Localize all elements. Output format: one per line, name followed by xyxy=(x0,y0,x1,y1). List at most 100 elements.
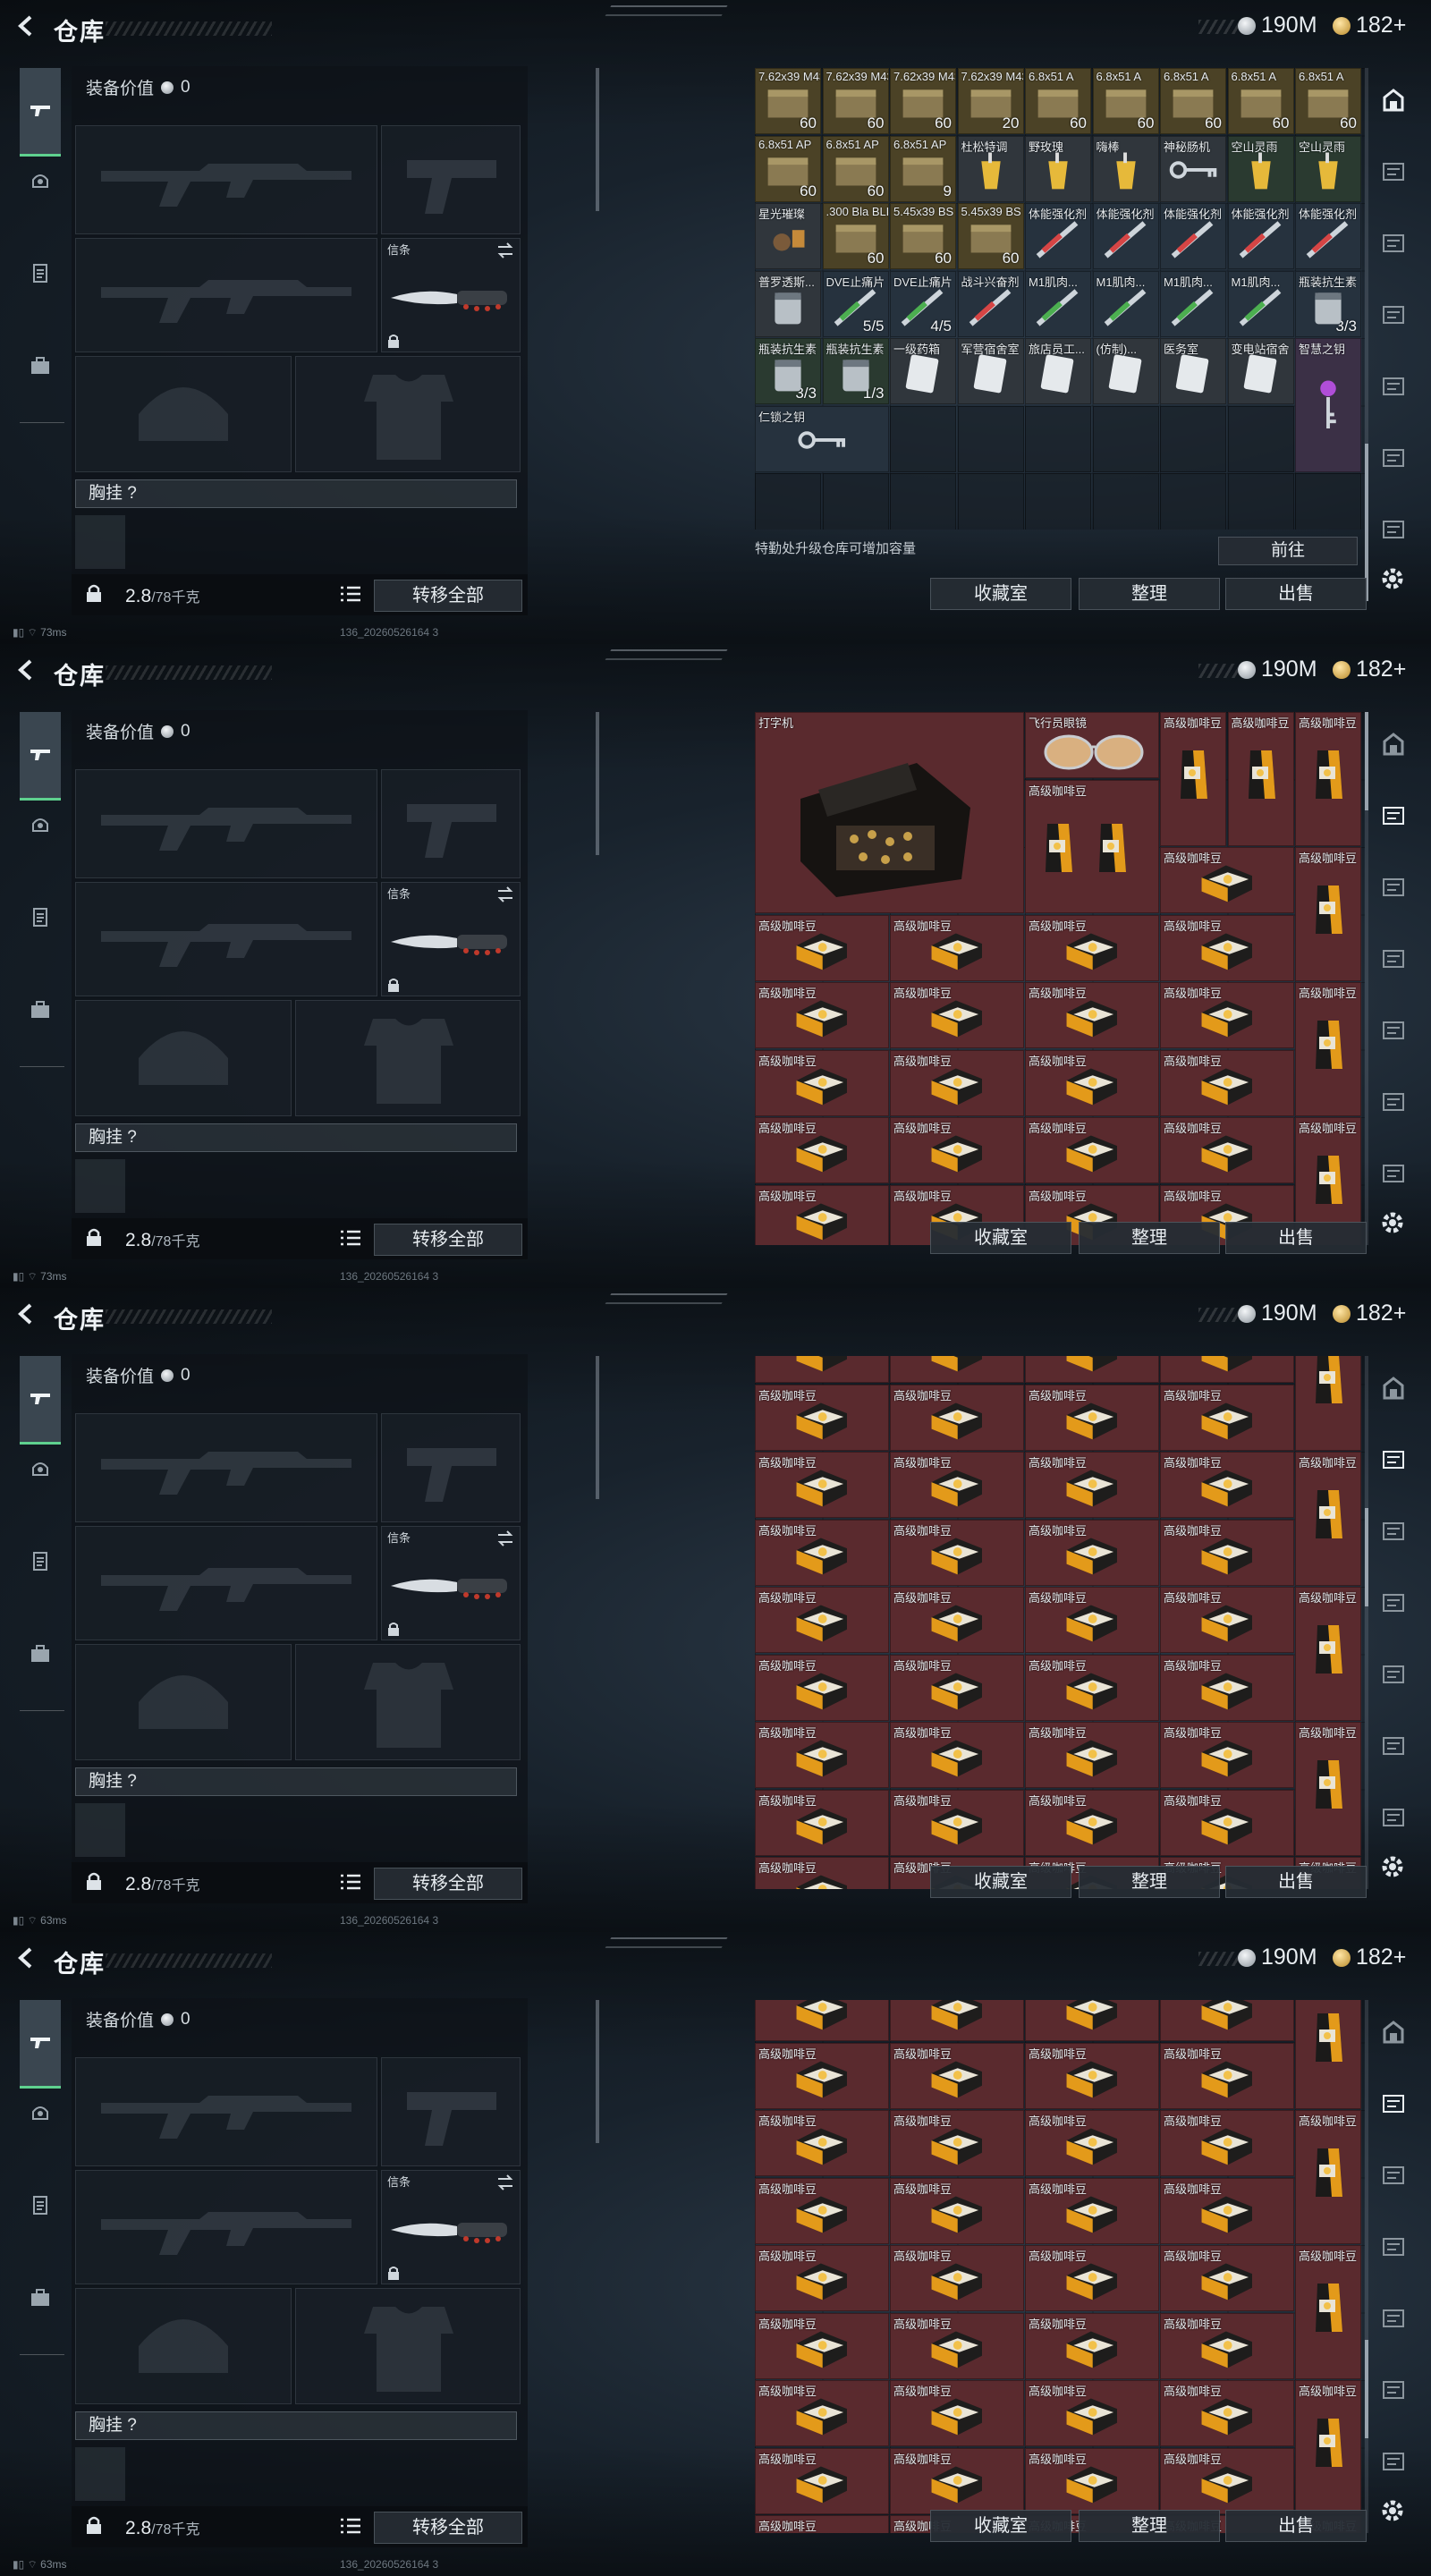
tab-storage-page-3[interactable] xyxy=(1376,2157,1411,2193)
empty-slot[interactable] xyxy=(1160,473,1226,530)
armor-slot[interactable] xyxy=(295,356,521,472)
silver-currency[interactable]: 190M xyxy=(1238,13,1317,38)
empty-slot[interactable] xyxy=(1227,405,1294,472)
inventory-item[interactable]: 高级咖啡豆 xyxy=(890,1789,1024,1856)
tab-armor[interactable] xyxy=(20,1449,61,1490)
inventory-item[interactable]: 6.8x51 A 60 xyxy=(1160,68,1226,134)
inventory-item[interactable]: 高级咖啡豆 xyxy=(1025,1789,1159,1856)
tab-home-storage[interactable] xyxy=(1376,1370,1411,1406)
tab-storage-page-5[interactable] xyxy=(1376,1657,1411,1692)
inventory-item[interactable]: 高级咖啡豆 xyxy=(1160,1049,1294,1116)
tab-storage-page-4[interactable] xyxy=(1376,1585,1411,1621)
inventory-item[interactable]: 高级咖啡豆 xyxy=(1025,2000,1159,2041)
inventory-item[interactable]: 高级咖啡豆 xyxy=(1025,2245,1159,2311)
storage-grid[interactable]: 7.62x39 M43 60 7.62x39 M43 60 7.62x39 M43 60 7… xyxy=(755,68,1365,530)
inventory-item[interactable]: 高级咖啡豆 xyxy=(1295,982,1361,1116)
sell-button[interactable]: 出售 xyxy=(1225,1222,1367,1254)
chest-rig-bar[interactable]: 胸挂 ? xyxy=(75,1767,517,1796)
tab-storage-page-5[interactable] xyxy=(1376,2301,1411,2336)
inventory-item[interactable]: 高级咖啡豆 xyxy=(890,1117,1024,1183)
inventory-item[interactable]: 6.8x51 AP 60 xyxy=(822,135,889,202)
inventory-item[interactable]: 高级咖啡豆 xyxy=(1295,1587,1361,1721)
helmet-slot[interactable] xyxy=(75,356,292,472)
gold-currency[interactable]: 182+ xyxy=(1333,13,1406,38)
inventory-item[interactable]: 7.62x39 M43 60 xyxy=(822,68,889,134)
back-arrow-icon[interactable] xyxy=(13,657,39,683)
inventory-item[interactable]: 高级咖啡豆 xyxy=(1025,1519,1159,1586)
empty-slot[interactable] xyxy=(957,473,1024,530)
sort-button[interactable]: 整理 xyxy=(1079,578,1220,610)
inventory-item[interactable]: 高级咖啡豆 xyxy=(755,1857,889,1889)
inventory-item[interactable]: 高级咖啡豆 xyxy=(755,1519,889,1586)
chest-rig-bar[interactable]: 胸挂 ? xyxy=(75,1123,517,1152)
inventory-item[interactable]: 高级咖啡豆 xyxy=(1025,1356,1159,1383)
inventory-item[interactable]: 高级咖啡豆 xyxy=(755,1184,889,1245)
empty-slot[interactable] xyxy=(1160,405,1226,472)
inventory-item[interactable]: 高级咖啡豆 xyxy=(1160,1519,1294,1586)
inventory-item[interactable]: 高级咖啡豆 xyxy=(1160,1654,1294,1721)
inventory-item[interactable]: 高级咖啡豆 xyxy=(1160,2110,1294,2176)
inventory-item[interactable]: 高级咖啡豆 xyxy=(1025,1117,1159,1183)
tab-medical[interactable] xyxy=(20,252,61,293)
inventory-item[interactable]: 仁锁之钥 xyxy=(755,405,889,472)
inventory-item[interactable]: 旅店员工... xyxy=(1025,338,1091,404)
collection-button[interactable]: 收藏室 xyxy=(930,1866,1071,1898)
inventory-item[interactable]: 5.45x39 BS 60 xyxy=(890,203,956,269)
inventory-item[interactable]: 高级咖啡豆 xyxy=(1160,914,1294,981)
tab-weapons[interactable] xyxy=(20,2000,61,2089)
inventory-item[interactable]: DVE止痛片 4/5 xyxy=(890,270,956,337)
pistol-slot[interactable] xyxy=(381,2057,521,2166)
melee-slot[interactable]: 信条 xyxy=(381,882,521,996)
gear-icon[interactable] xyxy=(1377,1852,1408,1882)
sort-button[interactable]: 整理 xyxy=(1079,1222,1220,1254)
swap-icon[interactable] xyxy=(496,242,514,258)
tab-storage-page-2[interactable] xyxy=(1376,154,1411,190)
inventory-item[interactable]: 高级咖啡豆 xyxy=(1025,1722,1159,1788)
empty-slot[interactable] xyxy=(822,473,889,530)
inventory-item[interactable]: 高级咖啡豆 xyxy=(755,2380,889,2446)
inventory-item[interactable]: 高级咖啡豆 xyxy=(755,982,889,1048)
inventory-item[interactable]: 高级咖啡豆 xyxy=(1160,1384,1294,1451)
inventory-item[interactable]: 高级咖啡豆 xyxy=(1160,712,1226,846)
sell-button[interactable]: 出售 xyxy=(1225,2510,1367,2542)
helmet-slot[interactable] xyxy=(75,1000,292,1116)
secondary-weapon-slot[interactable] xyxy=(75,882,377,996)
inventory-item[interactable]: (仿制)... xyxy=(1092,338,1159,404)
chest-rig-slot[interactable] xyxy=(75,1159,125,1213)
primary-weapon-slot[interactable] xyxy=(75,2057,377,2166)
inventory-item[interactable]: 瓶装抗生素 3/3 xyxy=(1295,270,1361,337)
inventory-item[interactable]: 体能强化剂 xyxy=(1227,203,1294,269)
back-arrow-icon[interactable] xyxy=(13,1301,39,1327)
inventory-item[interactable]: 高级咖啡豆 xyxy=(755,2000,889,2041)
inventory-item[interactable]: 高级咖啡豆 xyxy=(1025,2042,1159,2109)
secondary-weapon-slot[interactable] xyxy=(75,2170,377,2284)
tab-storage-page-6[interactable] xyxy=(1376,440,1411,476)
gear-icon[interactable] xyxy=(1377,2496,1408,2526)
inventory-item[interactable]: 6.8x51 A 60 xyxy=(1025,68,1091,134)
inventory-item[interactable]: 高级咖啡豆 xyxy=(1160,1789,1294,1856)
inventory-item[interactable]: 高级咖啡豆 xyxy=(1025,779,1159,913)
inventory-item[interactable]: 一级药箱 xyxy=(890,338,956,404)
inventory-item[interactable]: 高级咖啡豆 xyxy=(890,914,1024,981)
list-icon[interactable] xyxy=(340,1873,361,1891)
empty-slot[interactable] xyxy=(1025,473,1091,530)
primary-weapon-slot[interactable] xyxy=(75,1413,377,1522)
inventory-item[interactable]: 高级咖啡豆 xyxy=(1160,982,1294,1048)
inventory-item[interactable]: 高级咖啡豆 xyxy=(1160,2245,1294,2311)
inventory-item[interactable]: 高级咖啡豆 xyxy=(1025,914,1159,981)
padlock-icon[interactable] xyxy=(84,1871,104,1891)
inventory-item[interactable]: 高级咖啡豆 xyxy=(1160,2042,1294,2109)
inventory-item[interactable]: .300 Bla BLK SBB60 xyxy=(822,203,889,269)
storage-grid[interactable]: 高级咖啡豆 高级咖啡豆 高级咖啡豆 高级咖啡豆 高级咖啡豆 高级咖啡豆 高级咖啡豆 高级咖啡豆… xyxy=(755,2000,1365,2533)
inventory-item[interactable]: 高级咖啡豆 xyxy=(890,982,1024,1048)
tab-medical[interactable] xyxy=(20,2184,61,2225)
pistol-slot[interactable] xyxy=(381,1413,521,1522)
inventory-item[interactable]: 6.8x51 AP 60 xyxy=(755,135,821,202)
inventory-item[interactable]: 高级咖啡豆 xyxy=(1295,1356,1361,1451)
inventory-item[interactable]: 高级咖啡豆 xyxy=(1025,2177,1159,2244)
armor-slot[interactable] xyxy=(295,1000,521,1116)
inventory-item[interactable]: 高级咖啡豆 xyxy=(1025,2312,1159,2379)
inventory-item[interactable]: 高级咖啡豆 xyxy=(1025,1384,1159,1451)
tab-weapons[interactable] xyxy=(20,1356,61,1445)
tab-storage-page-2[interactable] xyxy=(1376,798,1411,834)
